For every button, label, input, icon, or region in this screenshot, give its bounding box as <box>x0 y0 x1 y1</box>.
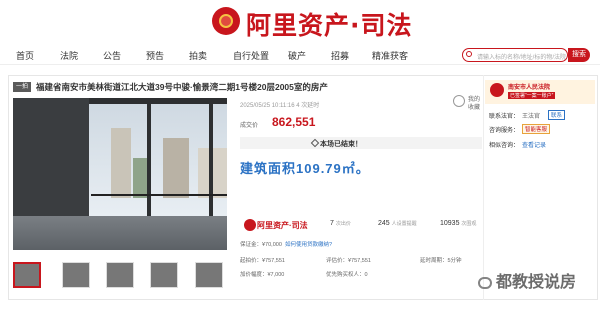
area-text: 建筑面积109.79㎡。 <box>240 161 370 176</box>
stat-label: 人设置提醒 <box>391 221 417 227</box>
thumbnail[interactable] <box>150 262 178 288</box>
auction-time: 2025/05/25 10:11:16 4 次延时 <box>240 103 320 109</box>
stat-value: 7 <box>330 220 334 227</box>
deposit-line: 保证金：¥70,000 如何使用贷款缴纳? <box>240 240 332 248</box>
reminder-count: 245 人设置提醒 <box>378 220 417 227</box>
auction-ended-text: 本场已结束！ <box>320 141 362 148</box>
watermark-text: 都教授说房 <box>496 274 577 291</box>
nav-item-home[interactable]: 首页 <box>16 49 34 62</box>
nav-item-auction[interactable]: 拍卖 <box>189 49 207 62</box>
window-frame <box>209 98 213 216</box>
deal-price-label: 成交价 <box>240 123 259 129</box>
alibaba-judicial-logo-icon <box>244 219 256 231</box>
stat-value: 245 <box>378 220 390 227</box>
court-tag: 已签署“一案一账户” <box>508 92 556 99</box>
thumbnail[interactable] <box>13 262 41 288</box>
loan-link[interactable]: 如何使用贷款缴纳? <box>285 242 332 248</box>
favorite-heart-icon[interactable] <box>453 95 465 107</box>
deal-price: 862,551 <box>272 115 316 129</box>
listing-title: 福建省南安市美林街道江北大道39号中骏·愉景湾二期1号楼20层2005室的房产 <box>36 82 328 92</box>
site-header: 阿里资产·司法 <box>0 0 600 42</box>
increment: 加价幅度：¥7,000 <box>240 272 285 278</box>
nav-item-notice[interactable]: 公告 <box>103 49 121 62</box>
brand-title[interactable]: 阿里资产·司法 <box>246 6 413 42</box>
inquiry-link[interactable]: 查看记录 <box>522 140 546 149</box>
building <box>163 138 189 198</box>
nav-item-preview[interactable]: 预告 <box>146 49 164 62</box>
bid-count: 7 次出价 <box>330 220 351 227</box>
floor <box>13 216 227 250</box>
watermark: 都教授说房 <box>478 268 576 292</box>
round-badge: 一拍 <box>13 82 31 92</box>
search-button[interactable]: 搜索 <box>568 48 590 62</box>
court-name[interactable]: 南安市人民法院 <box>508 82 550 91</box>
court-panel <box>483 75 598 300</box>
smart-service-button[interactable]: 智能客服 <box>522 124 551 134</box>
thumbnail[interactable] <box>62 262 90 288</box>
main-photo[interactable] <box>13 98 227 250</box>
wechat-icon <box>478 276 492 289</box>
eval-price: 评估价：¥757,551 <box>326 258 371 264</box>
logo-text: 阿里资产·司法 <box>257 221 308 230</box>
search-icon <box>466 51 472 57</box>
stat-label: 次出价 <box>335 221 351 227</box>
consult-label: 咨询服务： <box>489 128 520 134</box>
priority-buyer: 优先购买权人：0 <box>326 272 368 278</box>
thumbnail[interactable] <box>106 262 134 288</box>
favorite-label[interactable]: 我的收藏 <box>468 96 480 112</box>
stat-label: 次围观 <box>461 221 477 227</box>
judge-name: 王法官 <box>522 114 541 120</box>
nav-item-self-dispose[interactable]: 自行处置 <box>233 49 269 62</box>
nav-item-customer[interactable]: 精准获客 <box>372 49 408 62</box>
deposit: 保证金：¥70,000 <box>240 242 282 248</box>
building <box>111 128 131 198</box>
contact-button[interactable]: 联系 <box>548 110 566 120</box>
court-emblem-icon <box>212 7 240 35</box>
window-frame <box>147 98 151 216</box>
thumbnail[interactable] <box>195 262 223 288</box>
contact-label: 联系法官： <box>489 114 520 120</box>
view-count: 10935 次围观 <box>440 220 476 227</box>
inquiry-label: 相似咨询： <box>489 143 520 149</box>
start-price: 起拍价：¥757,551 <box>240 258 285 264</box>
balcony-rail <box>91 194 227 196</box>
nav-item-bankruptcy[interactable]: 破产 <box>288 49 306 62</box>
court-emblem-icon <box>490 83 504 97</box>
delay-period: 延时周期：5分钟 <box>420 258 462 264</box>
nav-item-court[interactable]: 法院 <box>60 49 78 62</box>
nav-item-recruit[interactable]: 招募 <box>331 49 349 62</box>
window-frame <box>89 98 227 104</box>
search-input[interactable]: 请输入标的名称/地址/标的物/法院 <box>462 48 568 62</box>
stat-value: 10935 <box>440 220 460 227</box>
